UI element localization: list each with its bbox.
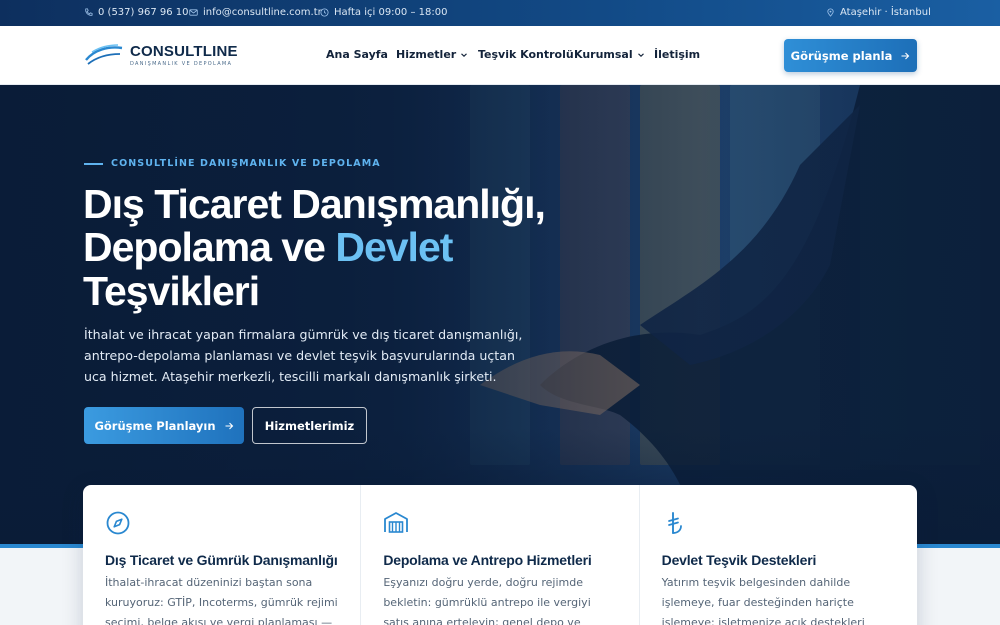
phone-link[interactable]: 0 (537) 967 96 10 [84,7,189,18]
location-text: Ataşehir · İstanbul [840,7,931,18]
chevron-down-icon [637,52,644,57]
nav-item-label: Hizmetler [396,48,457,61]
hero-eyebrow: CONSULTLİNE DANIŞMANLIK VE DEPOLAMA [84,158,381,169]
nav-item-ana-sayfa[interactable]: Ana Sayfa [326,48,388,61]
services-button[interactable]: Hizmetlerimiz [252,407,367,444]
schedule-meeting-button[interactable]: Görüşme planla [784,39,917,72]
nav-item-label: Teşvik Kontrolü [478,48,574,61]
cta-label: Görüşme planla [790,48,893,63]
card-text: Yatırım teşvik belgesinden dahilde işlem… [661,576,865,625]
email-address: info@consultline.com.tr [203,7,322,18]
working-hours: Hafta içi 09:00 – 18:00 [320,7,447,18]
nav-item-label: Kurumsal [574,48,633,61]
nav-item-hizmetler[interactable]: Hizmetler [396,48,468,61]
logo-title: CONSULTLINE [130,42,238,60]
lira-icon [667,512,682,534]
compass-icon [106,511,130,535]
arrow-right-icon [225,422,233,429]
phone-icon [85,8,93,16]
map-pin-icon [827,8,834,17]
card-text: İthalat-ihracat düzeninizi baştan sona k… [105,576,338,625]
card-title: Dış Ticaret ve Gümrük Danışmanlığı [105,552,338,568]
service-card-dis-ticaret[interactable]: Dış Ticaret ve Gümrük Danışmanlığı İthal… [83,485,362,625]
eyebrow-text: CONSULTLİNE DANIŞMANLIK VE DEPOLAMA [111,158,381,169]
clock-icon [320,8,329,17]
hours-text: Hafta içi 09:00 – 18:00 [334,7,448,18]
hero-section: CONSULTLİNE DANIŞMANLIK VE DEPOLAMA Dış … [0,85,1000,548]
hero-title-line-1: Dış Ticaret Danışmanlığı, [83,181,546,227]
logo-text: CONSULTLINE DANIŞMANLIK VE DEPOLAMA [130,44,238,67]
card-text: Eşyanızı doğru yerde, doğru rejimde bekl… [383,576,591,625]
nav-item-label: İletişim [654,48,701,61]
hero-title-accent: Devlet [335,224,453,270]
hero-title-part: Depolama ve [83,224,336,270]
email-link[interactable]: info@consultline.com.tr [189,7,322,18]
phone-number: 0 (537) 967 96 10 [98,7,189,18]
chevron-down-icon [461,52,468,57]
service-cards: Dış Ticaret ve Gümrük Danışmanlığı İthal… [83,485,917,625]
nav-item-tesvik-kontrolu[interactable]: Teşvik Kontrolü [478,48,574,61]
service-card-tesvik[interactable]: Devlet Teşvik Destekleri Yatırım teşvik … [640,485,917,625]
nav-item-iletisim[interactable]: İletişim [654,48,700,61]
nav-item-label: Ana Sayfa [326,48,388,61]
mail-icon [189,9,198,16]
button-label: Hizmetlerimiz [264,418,355,433]
arrow-right-icon [901,52,910,59]
nav-item-kurumsal[interactable]: Kurumsal [574,48,645,61]
hero-title-line-3: Teşvikleri [83,268,260,314]
card-title: Devlet Teşvik Destekleri [661,552,817,568]
card-title: Depolama ve Antrepo Hizmetleri [383,552,592,568]
location: Ataşehir · İstanbul [826,7,931,18]
warehouse-icon [384,512,409,533]
hero-title-line-2: Depolama ve Devlet [83,224,453,270]
top-bar: 0 (537) 967 96 10 info@consultline.com.t… [0,0,1000,26]
logo-mark-icon [85,44,123,65]
service-card-depolama[interactable]: Depolama ve Antrepo Hizmetleri Eşyanızı … [361,485,640,625]
main-navbar: CONSULTLINE DANIŞMANLIK VE DEPOLAMA Ana … [0,26,1000,85]
eyebrow-line [84,162,103,165]
schedule-meeting-hero-button[interactable]: Görüşme Planlayın [84,407,244,444]
hero-lead: İthalat ve ihracat yapan firmalara gümrü… [84,327,523,384]
button-label: Görüşme Planlayın [94,418,216,433]
logo[interactable]: CONSULTLINE DANIŞMANLIK VE DEPOLAMA [84,42,238,68]
logo-subtitle: DANIŞMANLIK VE DEPOLAMA [130,60,233,67]
